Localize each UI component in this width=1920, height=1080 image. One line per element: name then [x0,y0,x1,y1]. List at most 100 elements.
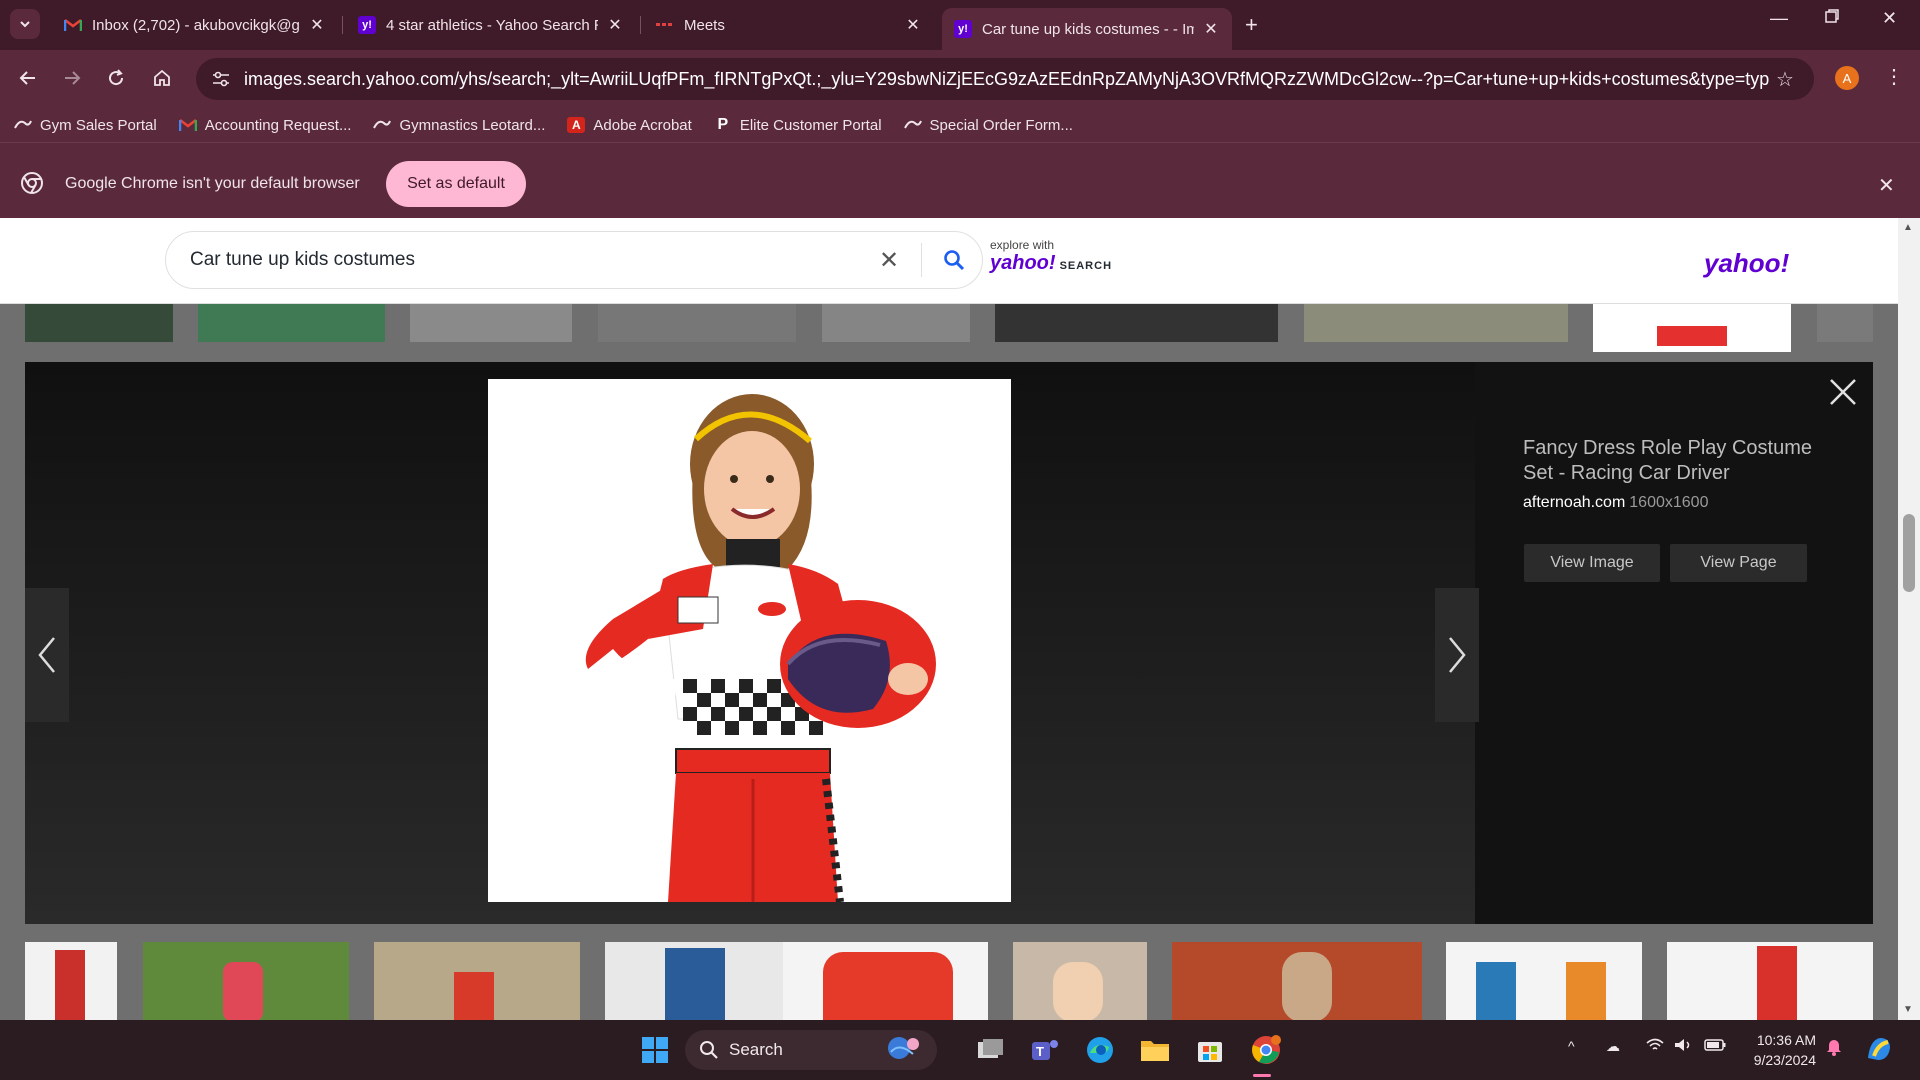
edge-icon[interactable] [1082,1032,1118,1068]
system-clock[interactable]: 10:36 AM 9/23/2024 [1738,1030,1816,1070]
bookmark-gymnastics-leotard[interactable]: Gymnastics Leotard... [373,117,545,134]
browser-toolbar: images.search.yahoo.com/yhs/search;_ylt=… [0,50,1920,108]
scroll-down-arrow-icon[interactable]: ▼ [1903,1004,1913,1015]
bookmark-label: Special Order Form... [929,116,1073,134]
notification-bell-icon[interactable] [1826,1038,1842,1059]
chrome-taskbar-icon[interactable] [1248,1032,1284,1068]
view-image-button[interactable]: View Image [1524,544,1660,582]
microsoft-store-icon[interactable] [1192,1032,1228,1068]
url-text[interactable]: images.search.yahoo.com/yhs/search;_ylt=… [244,69,1770,90]
thumbnail[interactable] [1446,942,1642,1020]
thumbnail[interactable] [605,942,810,1020]
tab-search-button[interactable] [10,9,40,39]
new-tab-button[interactable]: + [1245,12,1258,38]
previous-image-button[interactable] [25,588,69,722]
preview-image[interactable] [488,379,1011,902]
thumbnail-row-top [0,304,1898,352]
chrome-running-indicator [1253,1074,1271,1077]
bookmark-gym-sales-portal[interactable]: Gym Sales Portal [14,117,157,134]
thumbnail[interactable] [1304,304,1568,342]
thumbnail[interactable] [1817,304,1873,342]
home-button[interactable] [148,64,176,92]
thumbnail[interactable] [822,304,970,342]
yahoo-logo[interactable]: yahoo! [1704,248,1789,279]
thumbnail[interactable] [783,942,988,1020]
tab-gmail[interactable]: Inbox (2,702) - akubovcikgk@g ✕ [52,8,338,42]
tab-car-tune-up-active[interactable]: y! Car tune up kids costumes - - Im ✕ [942,8,1232,50]
windows-taskbar: Search T ^ ☁ 10:36 AM 9/23/2024 [0,1020,1920,1080]
chevron-left-icon [38,637,55,673]
thumbnail[interactable] [1667,942,1873,1020]
tab-meets[interactable]: Meets ✕ [644,8,934,42]
explore-with-yahoo[interactable]: explore with yahoo! SEARCH [990,238,1112,275]
page-content: ✕ explore with yahoo!SEARCH yahoo! [0,218,1920,1020]
chevron-down-icon [20,21,30,28]
tab-strip: Inbox (2,702) - akubovcikgk@g ✕ y! 4 sta… [0,0,1920,50]
close-tab-icon[interactable]: ✕ [606,15,624,35]
taskbar-search[interactable]: Search [685,1030,937,1070]
close-infobar-icon[interactable]: ✕ [1878,173,1895,198]
onedrive-icon[interactable]: ☁ [1606,1038,1620,1055]
profile-avatar[interactable]: A [1835,66,1859,90]
thumbnail[interactable] [1013,942,1147,1020]
site-settings-icon[interactable] [210,68,232,90]
volume-icon[interactable] [1674,1038,1692,1055]
close-tab-icon[interactable]: ✕ [308,15,326,35]
thumbnail[interactable] [1172,942,1422,1020]
forward-button[interactable] [58,64,86,92]
image-source: afternoah.com 1600x1600 [1523,494,1708,512]
close-tab-icon[interactable]: ✕ [1202,19,1220,39]
show-hidden-icons[interactable]: ^ [1568,1038,1575,1054]
close-tab-icon[interactable]: ✕ [904,15,922,35]
bookmarks-bar: Gym Sales Portal Accounting Request... G… [0,108,1920,142]
thumbnail[interactable] [410,304,572,342]
thumbnail[interactable] [374,942,580,1020]
source-domain[interactable]: afternoah.com [1523,494,1625,511]
close-viewer-button[interactable] [1825,374,1861,410]
thumbnail[interactable] [25,304,173,342]
battery-icon[interactable] [1704,1038,1726,1054]
bookmark-accounting-request[interactable]: Accounting Request... [178,117,351,134]
scrollbar-thumb[interactable] [1903,514,1915,592]
close-window-icon[interactable]: ✕ [1882,8,1897,29]
clear-search-icon[interactable]: ✕ [869,246,909,275]
bookmark-elite-customer-portal[interactable]: P Elite Customer Portal [714,116,881,134]
tab-yahoo-4star[interactable]: y! 4 star athletics - Yahoo Search R ✕ [346,8,636,42]
search-button[interactable] [934,249,974,271]
copilot-icon[interactable] [1864,1034,1894,1067]
tab-title: Meets [684,16,725,34]
tab-title: Inbox (2,702) - akubovcikgk@g [92,16,300,34]
bookmark-adobe-acrobat[interactable]: A Adobe Acrobat [567,117,692,134]
bookmark-star-icon[interactable]: ☆ [1770,67,1800,92]
next-image-button[interactable] [1435,588,1479,722]
more-menu-icon[interactable]: ⋮ [1884,64,1904,89]
thumbnail[interactable] [995,304,1278,342]
thumbnail[interactable] [198,304,385,342]
task-view-icon[interactable] [973,1032,1009,1068]
home-icon [154,69,170,86]
search-input[interactable] [166,249,869,271]
back-button[interactable] [14,64,42,92]
acrobat-icon: A [567,117,586,133]
file-explorer-icon[interactable] [1137,1032,1173,1068]
restore-icon[interactable] [1824,8,1840,29]
thumbnail[interactable] [598,304,796,342]
minimize-icon[interactable]: — [1770,8,1788,29]
tab-title: 4 star athletics - Yahoo Search R [386,16,598,34]
wifi-icon[interactable] [1646,1038,1664,1055]
page-scrollbar[interactable]: ▲ ▼ [1898,218,1920,1020]
thumbnail[interactable] [25,942,117,1020]
reload-button[interactable] [102,64,130,92]
address-bar[interactable]: images.search.yahoo.com/yhs/search;_ylt=… [196,58,1814,100]
start-button[interactable] [637,1032,673,1068]
bookmark-special-order-form[interactable]: Special Order Form... [903,116,1073,134]
thumbnail[interactable] [1593,304,1791,352]
arrow-left-icon [19,71,35,85]
view-page-button[interactable]: View Page [1670,544,1807,582]
teams-icon[interactable]: T [1027,1032,1063,1068]
yahoo-icon: y! [358,16,376,34]
scroll-up-arrow-icon[interactable]: ▲ [1903,222,1913,233]
tab-separator [640,16,641,34]
thumbnail[interactable] [143,942,349,1020]
set-as-default-button[interactable]: Set as default [386,161,526,207]
